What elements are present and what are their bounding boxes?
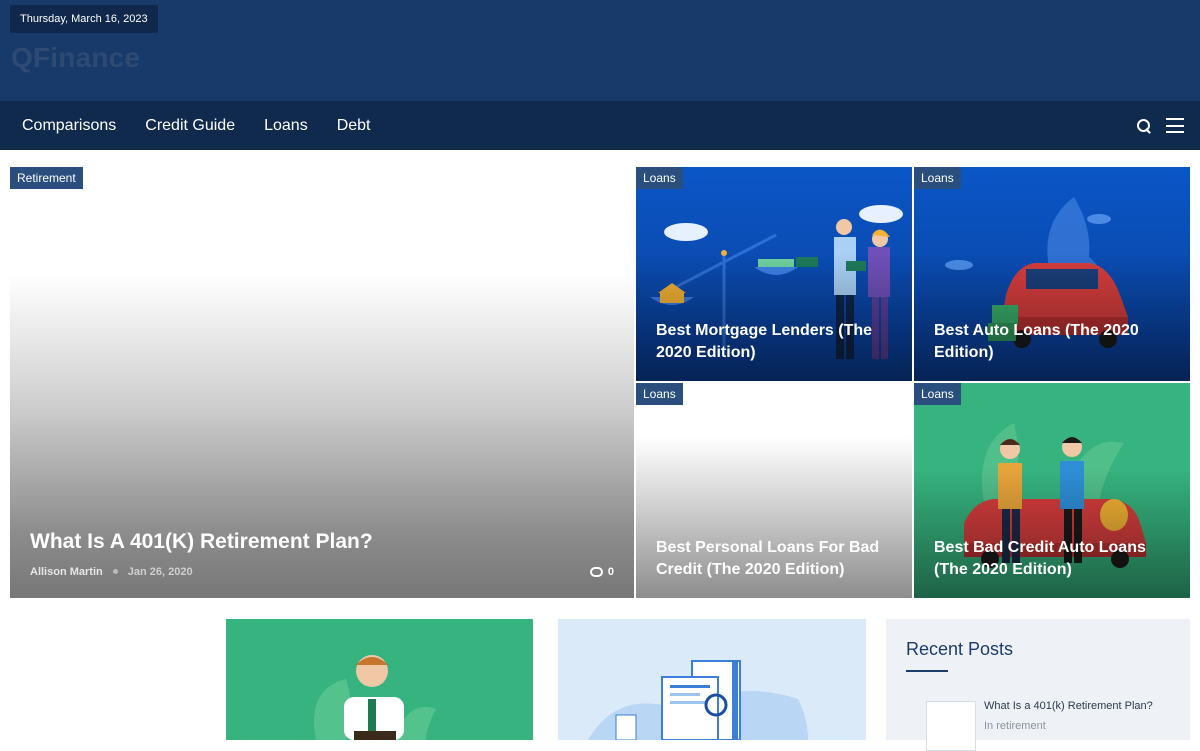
nav-item-debt[interactable]: Debt	[337, 117, 371, 135]
comment-icon	[589, 567, 603, 577]
site-header: Thursday, March 16, 2023 QFinance	[0, 0, 1200, 101]
nav-item-comparisons[interactable]: Comparisons	[22, 117, 116, 135]
comment-count-value: 0	[607, 566, 614, 578]
category-badge[interactable]: Loans	[636, 383, 683, 405]
post-title[interactable]: Best Bad Credit Auto Loans (The 2020 Edi…	[934, 537, 1170, 581]
post-title[interactable]: Best Mortgage Lenders (The 2020 Edition)	[656, 320, 892, 364]
post-card[interactable]: Loans Best Personal Loans For Bad Credit…	[636, 383, 912, 598]
comment-count[interactable]: 0	[589, 566, 614, 578]
meta-separator	[112, 569, 118, 574]
nav-item-credit-guide[interactable]: Credit Guide	[145, 117, 235, 135]
post-author[interactable]: Allison Martin	[30, 566, 103, 578]
current-date: Thursday, March 16, 2023	[10, 5, 158, 33]
post-thumbnail[interactable]	[558, 619, 866, 740]
category-badge[interactable]: Loans	[914, 383, 961, 405]
post-title[interactable]: Best Auto Loans (The 2020 Edition)	[934, 320, 1170, 364]
worried-man-illustration	[314, 655, 436, 740]
post-title[interactable]: Best Personal Loans For Bad Credit (The …	[656, 537, 892, 581]
post-thumbnail[interactable]	[226, 619, 533, 740]
post-date: Jan 26, 2020	[127, 566, 193, 578]
recent-posts-widget: Recent Posts What Is a 401(k) Retirement…	[886, 619, 1190, 751]
category-badge[interactable]: Loans	[636, 167, 683, 189]
nav-list: Comparisons Credit Guide Loans Debt	[22, 101, 399, 150]
post-card[interactable]: Loans Best Bad Credit Auto Loans (The 20…	[914, 383, 1190, 598]
post-card[interactable]: Loans Best Mortgage Lenders (The 2020 Ed…	[636, 167, 912, 381]
title-underline	[906, 670, 948, 672]
search-icon[interactable]	[1136, 118, 1152, 134]
category-badge[interactable]: Retirement	[10, 167, 83, 189]
main-nav: Comparisons Credit Guide Loans Debt	[0, 101, 1200, 150]
featured-post-card[interactable]: Retirement What Is A 401(K) Retirement P…	[10, 167, 634, 598]
site-logo[interactable]: QFinance	[11, 42, 140, 74]
category-badge[interactable]: Loans	[914, 167, 961, 189]
recent-post-category: In retirement	[984, 720, 1046, 732]
widget-title: Recent Posts	[906, 639, 1014, 659]
recent-post-thumbnail[interactable]	[926, 701, 976, 751]
recent-post-title[interactable]: What Is a 401(k) Retirement Plan?	[984, 700, 1153, 712]
post-meta: Allison Martin Jan 26, 2020 0	[30, 566, 614, 578]
nav-actions	[1136, 101, 1184, 150]
featured-post-title[interactable]: What Is A 401(K) Retirement Plan?	[30, 529, 614, 555]
post-card[interactable]: Loans Best Auto Loans (The 2020 Edition)	[914, 167, 1190, 381]
document-search-illustration	[588, 660, 808, 740]
menu-icon[interactable]	[1166, 118, 1184, 133]
nav-item-loans[interactable]: Loans	[264, 117, 308, 135]
